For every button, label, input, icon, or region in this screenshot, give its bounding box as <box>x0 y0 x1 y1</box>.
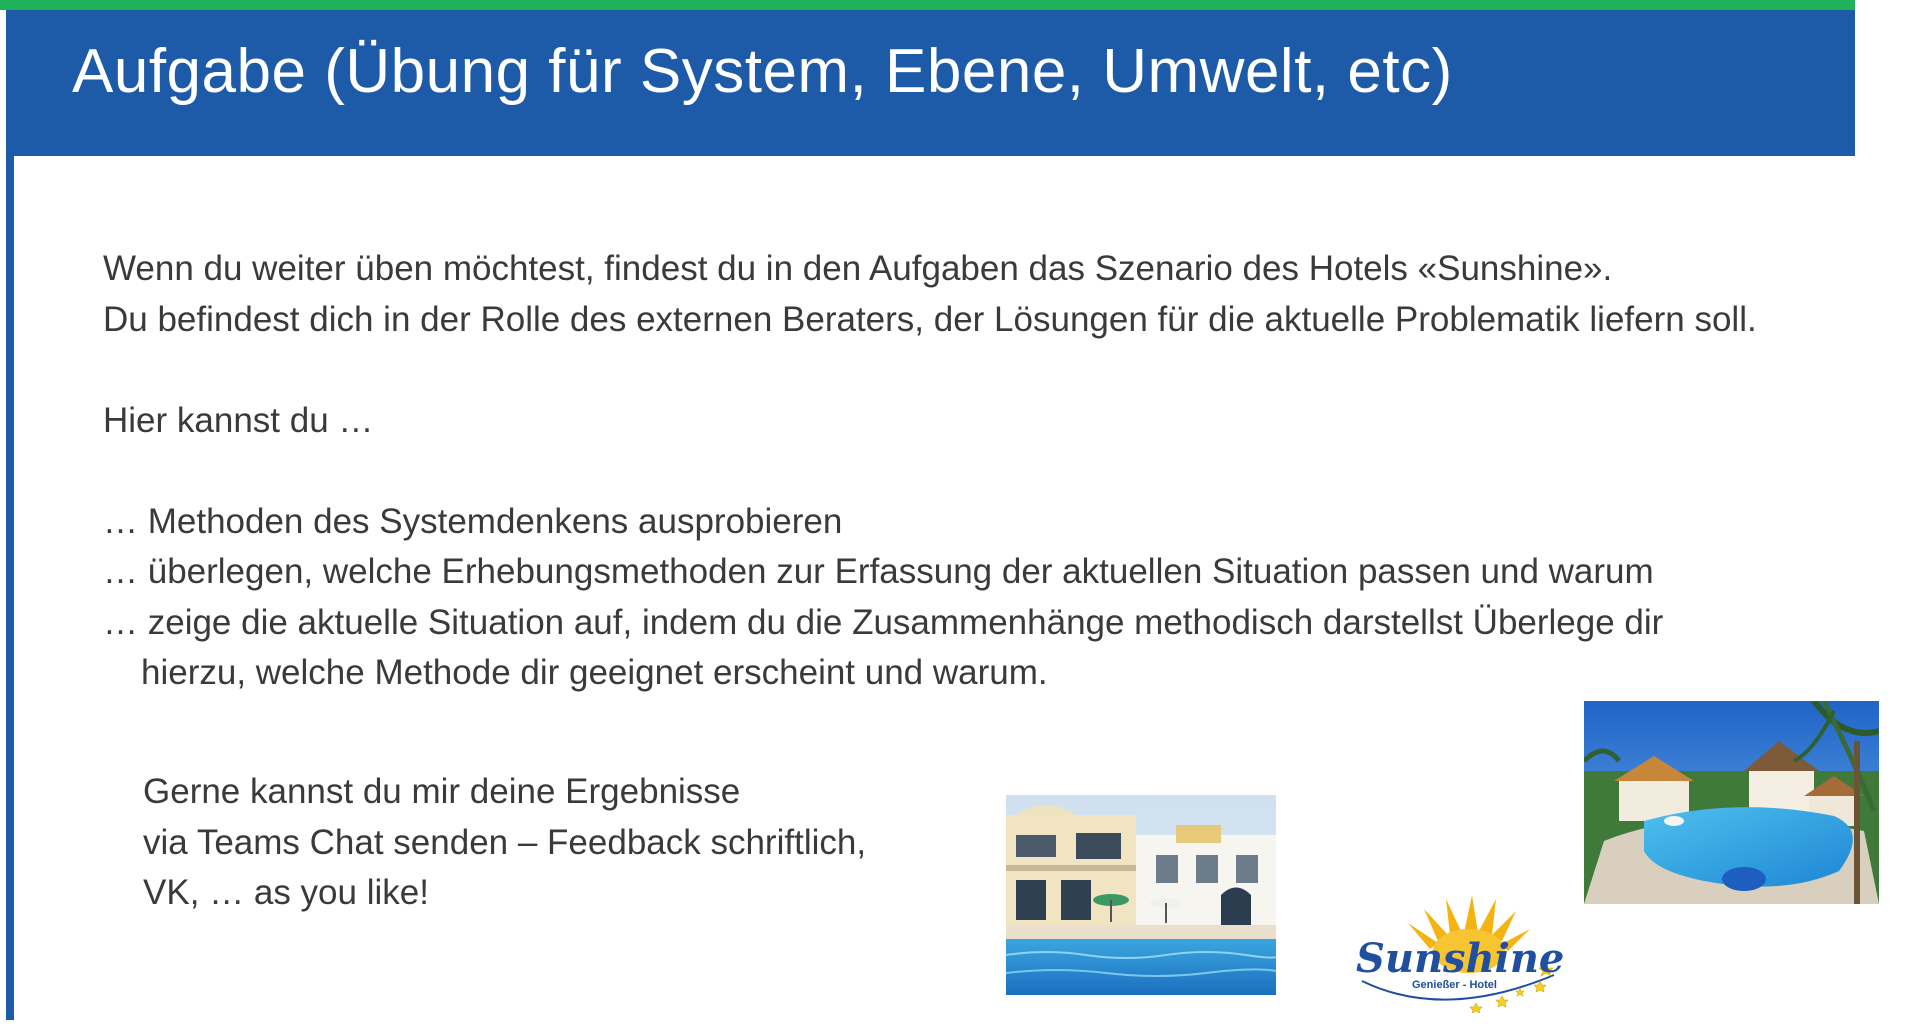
intro-line-2: Du befindest dich in der Rolle des exter… <box>103 299 1757 339</box>
logo-tagline: Genießer - Hotel <box>1412 979 1497 991</box>
logo-wordmark: Sunshine <box>1356 935 1565 982</box>
slide: Aufgabe (Übung für System, Ebene, Umwelt… <box>0 0 1905 1026</box>
task-item-3: … zeige die aktuelle Situation auf, inde… <box>103 602 1664 642</box>
closing-line-2: via Teams Chat senden – Feedback schrift… <box>143 822 867 862</box>
resort-pool-photo <box>1584 701 1879 904</box>
closing-line-1: Gerne kannst du mir deine Ergebnisse <box>143 772 741 811</box>
slide-title: Aufgabe (Übung für System, Ebene, Umwelt… <box>72 37 1453 106</box>
top-accent-stripe <box>0 0 1855 10</box>
slide-body: Wenn du weiter üben möchtest, findest du… <box>103 244 1903 699</box>
sunshine-hotel-logo: Sunshine Genießer - Hotel <box>1354 893 1564 1013</box>
closing-line-3: VK, … as you like! <box>143 873 429 912</box>
task-item-3-continued: hierzu, welche Methode dir geeignet ersc… <box>141 653 1048 692</box>
task-item-1: … Methoden des Systemdenkens ausprobiere… <box>103 501 843 541</box>
hotel-building-photo <box>1006 795 1276 995</box>
closing-note: Gerne kannst du mir deine Ergebnisse via… <box>143 767 866 919</box>
lead-in-text: Hier kannst du … <box>103 400 374 440</box>
intro-line-1: Wenn du weiter üben möchtest, findest du… <box>103 249 1613 288</box>
task-item-2: … überlegen, welche Erhebungsmethoden zu… <box>103 552 1654 591</box>
left-accent-rule <box>6 156 14 1020</box>
